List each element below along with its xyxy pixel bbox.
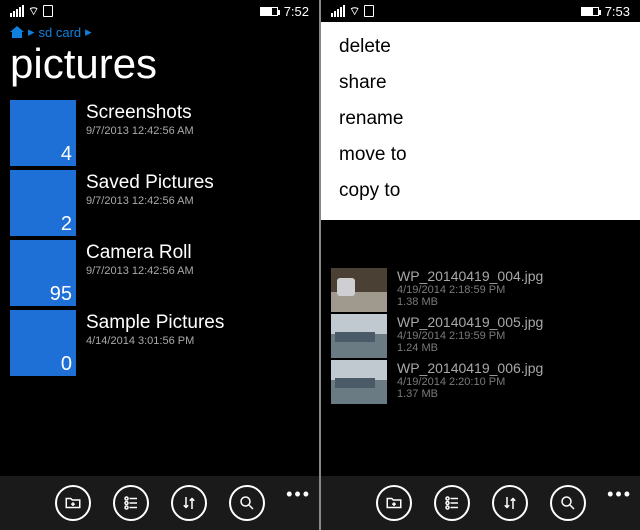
folder-name: Sample Pictures	[86, 312, 224, 334]
folder-count: 2	[61, 213, 72, 236]
more-button[interactable]: •••	[286, 484, 311, 505]
file-item[interactable]: WP_20140419_006.jpg 4/19/2014 2:20:10 PM…	[331, 360, 630, 404]
folder-item[interactable]: 0 Sample Pictures 4/14/2014 3:01:56 PM	[10, 310, 309, 376]
signal-icon	[331, 5, 345, 17]
phone-left: ⌔ 7:52 ▸ sd card ▸ pictures 4 Screenshot…	[0, 0, 319, 530]
sort-button[interactable]	[171, 485, 207, 521]
file-date: 4/19/2014 2:18:59 PM	[397, 284, 543, 296]
folder-name: Camera Roll	[86, 242, 194, 264]
file-thumbnail[interactable]	[331, 314, 387, 358]
folder-date: 4/14/2014 3:01:56 PM	[86, 335, 224, 347]
folder-tile[interactable]: 2	[10, 170, 76, 236]
folder-name: Screenshots	[86, 102, 194, 124]
new-folder-button[interactable]	[376, 485, 412, 521]
app-bar: •••	[0, 476, 319, 530]
app-bar: •••	[321, 476, 640, 530]
folder-count: 4	[61, 143, 72, 166]
wifi-icon: ⌔	[349, 4, 360, 19]
breadcrumb[interactable]: ▸ sd card ▸	[0, 22, 319, 40]
breadcrumb-label[interactable]: sd card	[39, 25, 82, 40]
signal-icon	[10, 5, 24, 17]
context-menu-move-to[interactable]: move to	[339, 144, 622, 166]
folder-count: 0	[61, 353, 72, 376]
folder-count: 95	[50, 283, 72, 306]
folder-date: 9/7/2013 12:42:56 AM	[86, 265, 194, 277]
file-list: WP_20140419_004.jpg 4/19/2014 2:18:59 PM…	[321, 268, 640, 404]
folder-tile[interactable]: 0	[10, 310, 76, 376]
file-name: WP_20140419_005.jpg	[397, 314, 543, 330]
vibrate-icon	[43, 5, 53, 17]
wifi-icon: ⌔	[28, 4, 39, 19]
search-button[interactable]	[229, 485, 265, 521]
context-menu-share[interactable]: share	[339, 72, 622, 94]
file-thumbnail[interactable]	[331, 360, 387, 404]
new-folder-button[interactable]	[55, 485, 91, 521]
file-name: WP_20140419_004.jpg	[397, 268, 543, 284]
file-item[interactable]: WP_20140419_005.jpg 4/19/2014 2:19:59 PM…	[331, 314, 630, 358]
select-button[interactable]	[434, 485, 470, 521]
status-bar: ⌔ 7:53	[321, 0, 640, 22]
clock: 7:52	[284, 4, 309, 19]
search-button[interactable]	[550, 485, 586, 521]
folder-date: 9/7/2013 12:42:56 AM	[86, 125, 194, 137]
file-size: 1.24 MB	[397, 342, 543, 354]
folder-item[interactable]: 4 Screenshots 9/7/2013 12:42:56 AM	[10, 100, 309, 166]
context-menu-copy-to[interactable]: copy to	[339, 180, 622, 202]
folder-date: 9/7/2013 12:42:56 AM	[86, 195, 214, 207]
vibrate-icon	[364, 5, 374, 17]
file-item[interactable]: WP_20140419_004.jpg 4/19/2014 2:18:59 PM…	[331, 268, 630, 312]
file-date: 4/19/2014 2:19:59 PM	[397, 330, 543, 342]
phone-right: ⌔ 7:53 WP_20140419_004.jpg 4/19/2014 2:1…	[321, 0, 640, 530]
file-thumbnail[interactable]	[331, 268, 387, 312]
select-button[interactable]	[113, 485, 149, 521]
breadcrumb-sep: ▸	[28, 24, 35, 40]
context-menu: delete share rename move to copy to	[321, 22, 640, 220]
clock: 7:53	[605, 4, 630, 19]
sort-button[interactable]	[492, 485, 528, 521]
folder-tile[interactable]: 95	[10, 240, 76, 306]
folder-item[interactable]: 95 Camera Roll 9/7/2013 12:42:56 AM	[10, 240, 309, 306]
context-menu-delete[interactable]: delete	[339, 36, 622, 58]
folder-tile[interactable]: 4	[10, 100, 76, 166]
folder-item[interactable]: 2 Saved Pictures 9/7/2013 12:42:56 AM	[10, 170, 309, 236]
home-icon[interactable]	[10, 26, 24, 38]
file-name: WP_20140419_006.jpg	[397, 360, 543, 376]
battery-icon	[260, 7, 278, 16]
battery-icon	[581, 7, 599, 16]
file-size: 1.37 MB	[397, 388, 543, 400]
folder-list: 4 Screenshots 9/7/2013 12:42:56 AM 2 Sav…	[0, 100, 319, 376]
more-button[interactable]: •••	[607, 484, 632, 505]
file-size: 1.38 MB	[397, 296, 543, 308]
page-title: pictures	[0, 40, 319, 100]
file-date: 4/19/2014 2:20:10 PM	[397, 376, 543, 388]
context-menu-rename[interactable]: rename	[339, 108, 622, 130]
folder-name: Saved Pictures	[86, 172, 214, 194]
breadcrumb-sep: ▸	[85, 24, 92, 40]
status-bar: ⌔ 7:52	[0, 0, 319, 22]
